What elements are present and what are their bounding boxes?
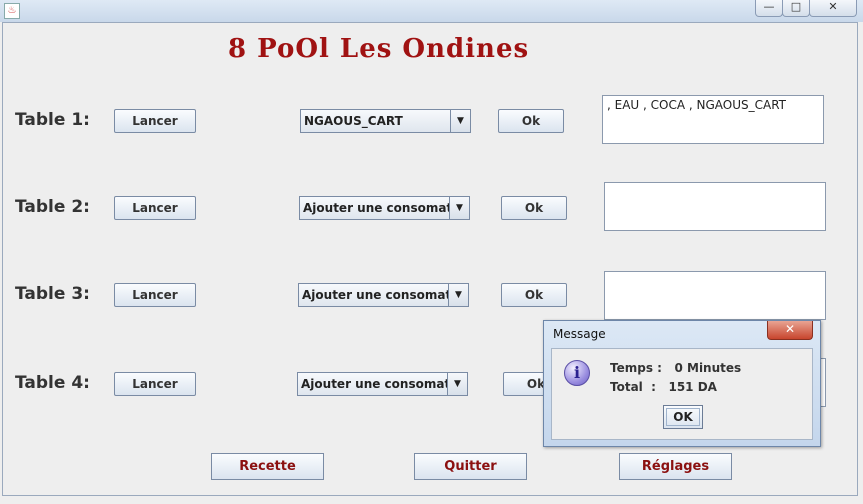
dialog-total-text: Total : 151 DA (610, 380, 717, 394)
table-2-select-value: Ajouter une consomation (303, 201, 470, 215)
java-cup-icon: ♨ (4, 3, 20, 19)
table-1-ok-button[interactable]: Ok (498, 109, 564, 133)
table-1-select-value: NGAOUS_CART (304, 114, 403, 128)
table-3-consumptions-area[interactable] (604, 271, 826, 320)
info-icon: i (564, 360, 590, 386)
quitter-button[interactable]: Quitter (414, 453, 527, 480)
reglages-button[interactable]: Réglages (619, 453, 732, 480)
message-dialog: Message ✕ i Temps : 0 Minutes Total : 15… (543, 320, 821, 447)
chevron-down-icon[interactable]: ▼ (449, 197, 469, 219)
minimize-button[interactable]: — (755, 0, 783, 17)
table-2-consumptions-area[interactable] (604, 182, 826, 231)
table-2-consumption-select[interactable]: Ajouter une consomation ▼ (299, 196, 470, 220)
recette-button[interactable]: Recette (211, 453, 324, 480)
table-2-label: Table 2: (15, 197, 90, 217)
table-3-ok-button[interactable]: Ok (501, 283, 567, 307)
table-3-launch-button[interactable]: Lancer (114, 283, 196, 307)
table-3-select-value: Ajouter une consomation (302, 288, 469, 302)
table-3-label: Table 3: (15, 284, 90, 304)
table-1-label: Table 1: (15, 110, 90, 130)
dialog-ok-button[interactable]: OK (663, 405, 703, 429)
window-close-button[interactable]: ✕ (809, 0, 857, 17)
dialog-body: i Temps : 0 Minutes Total : 151 DA OK (551, 348, 813, 440)
chevron-down-icon[interactable]: ▼ (450, 110, 470, 132)
dialog-title: Message (553, 327, 606, 341)
window-titlebar: ♨ — □ ✕ (0, 0, 863, 22)
table-4-label: Table 4: (15, 373, 90, 393)
chevron-down-icon[interactable]: ▼ (448, 284, 468, 306)
table-1-consumption-select[interactable]: NGAOUS_CART ▼ (300, 109, 471, 133)
table-3-consumption-select[interactable]: Ajouter une consomation ▼ (298, 283, 469, 307)
table-4-select-value: Ajouter une consomation (301, 377, 468, 391)
table-4-launch-button[interactable]: Lancer (114, 372, 196, 396)
table-2-ok-button[interactable]: Ok (501, 196, 567, 220)
dialog-close-button[interactable]: ✕ (767, 321, 813, 340)
table-1-launch-button[interactable]: Lancer (114, 109, 196, 133)
table-4-consumption-select[interactable]: Ajouter une consomation ▼ (297, 372, 468, 396)
table-2-launch-button[interactable]: Lancer (114, 196, 196, 220)
maximize-button[interactable]: □ (782, 0, 810, 17)
dialog-time-text: Temps : 0 Minutes (610, 361, 742, 375)
table-1-consumptions-area[interactable]: , EAU , COCA , NGAOUS_CART (602, 95, 824, 144)
chevron-down-icon[interactable]: ▼ (447, 373, 467, 395)
